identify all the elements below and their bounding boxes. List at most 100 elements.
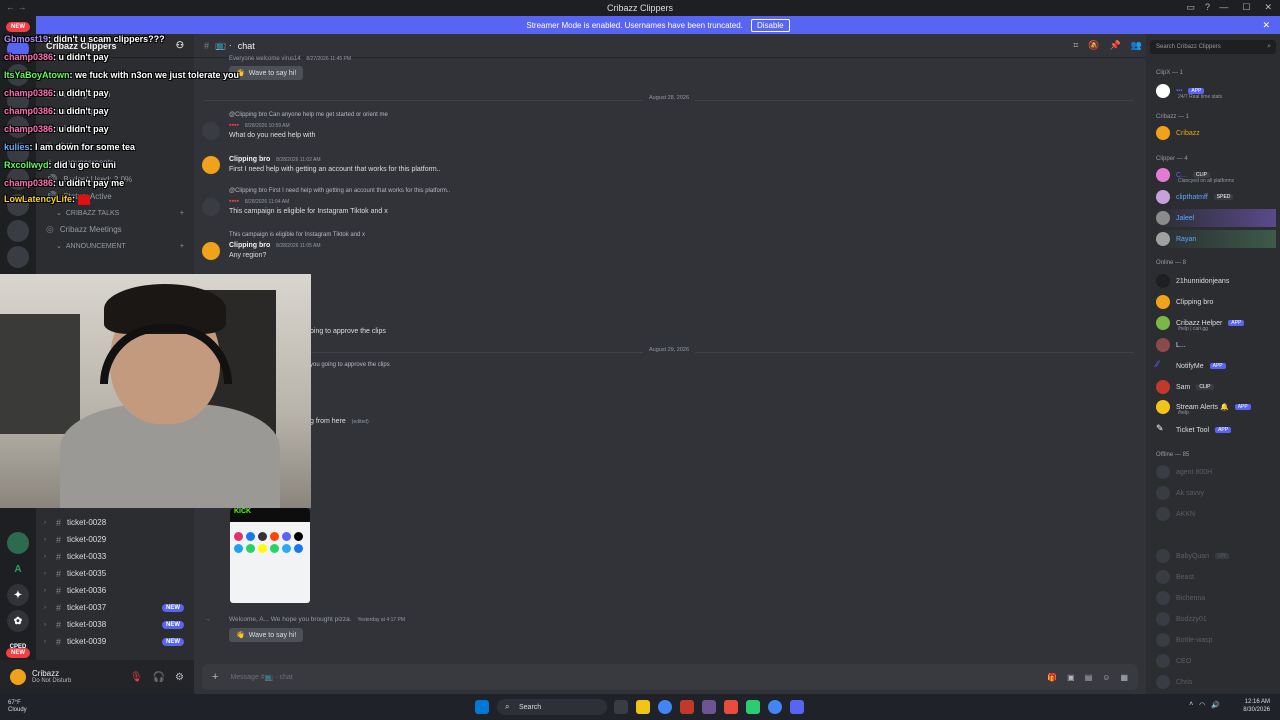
member-item[interactable]: ⁄⁄ NotifyMe APP [1156,357,1276,375]
server-icon[interactable] [7,220,29,242]
message-author[interactable]: ▪▪▪▪ 8/28/2026 10:59 AM [229,122,290,129]
app-icon[interactable] [680,700,694,714]
member-item[interactable]: Clipping bro [1156,293,1276,311]
member-item[interactable]: C... CLIP Clancyed on all platforms [1156,166,1276,184]
apps-icon[interactable]: ▦ [1120,673,1128,682]
channel-cribazz-meetings[interactable]: ◎ Cribazz Meetings [36,221,194,238]
member-item[interactable]: ▪▪▪ APP 24/7 Real time stats [1156,82,1276,100]
avatar [1156,654,1170,668]
member-item[interactable]: 21hunnidonjeans [1156,272,1276,290]
message-author[interactable]: Clipping bro 8/28/2026 11:02 AM [229,156,321,163]
github-icon[interactable] [702,700,716,714]
taskbar-clock[interactable]: 12:16 AM 8/30/2026 [1243,699,1270,715]
inbox-icon[interactable]: ▭ [1186,2,1195,13]
volume-icon[interactable]: 🔊 [1211,701,1220,709]
member-item[interactable]: Cribazz [1156,124,1276,142]
avatar[interactable] [202,122,220,140]
wave-button[interactable]: 👋 Wave to say hi! [229,66,304,80]
avatar [1156,338,1170,352]
member-item[interactable]: Bichenna [1156,589,1276,607]
close-banner-icon[interactable]: ✕ [1262,20,1270,31]
member-item[interactable]: ✎ Ticket Tool APP [1156,421,1276,439]
member-item[interactable]: Sam CLIP [1156,378,1276,396]
message: This campaign is eligible for Instagram … [194,230,1134,266]
member-item[interactable]: clipthatmff SPED [1156,188,1276,206]
member-item[interactable]: Ak savvy [1156,484,1276,502]
minimize-icon[interactable]: — [1219,2,1228,13]
task-view-icon[interactable] [614,700,628,714]
member-item[interactable]: CEO [1156,652,1276,670]
member-item[interactable]: Stream Alerts 🔔 APP/help [1156,398,1276,416]
ticket-channel[interactable]: › # ticket-0035 [36,565,194,582]
attach-plus-icon[interactable]: + [212,671,218,683]
member-item[interactable]: Chris [1156,673,1276,691]
gif-icon[interactable]: ▣ [1067,673,1075,682]
server-icon-a[interactable]: A [7,558,29,580]
threads-icon[interactable]: ⌗ [1073,40,1078,51]
ticket-channel[interactable]: › # ticket-0028 [36,514,194,531]
discord-icon[interactable] [790,700,804,714]
emoji-icon[interactable]: ☺ [1102,673,1110,682]
chrome-icon[interactable] [768,700,782,714]
member-item[interactable]: agent 800H [1156,463,1276,481]
deafen-icon[interactable]: 🎧 [153,672,165,683]
member-item[interactable]: Beast [1156,568,1276,586]
windows-start-icon[interactable] [475,700,489,714]
taskbar-search[interactable]: ⌕ Search [497,699,607,715]
wifi-icon[interactable]: ◠ [1199,701,1205,709]
message-input[interactable]: + Message #📺 · chat 🎁 ▣ ▤ ☺ ▦ [202,664,1138,690]
avatar[interactable] [202,198,220,216]
message-author[interactable]: Clipping bro 8/28/2026 11:05 AM [229,242,321,249]
add-channel-icon[interactable]: + [180,243,184,250]
gift-icon[interactable]: 🎁 [1047,673,1057,682]
app-icon[interactable] [724,700,738,714]
member-item[interactable]: BabyQuan ON [1156,547,1276,565]
mute-icon[interactable]: 🎙 [130,672,143,683]
server-icon[interactable] [7,532,29,554]
server-icon[interactable] [7,246,29,268]
ticket-channel[interactable]: › # ticket-0033 [36,548,194,565]
window-controls: — ☐ ✕ [1219,2,1272,13]
ticket-channel[interactable]: › # ticket-0036 [36,582,194,599]
wave-button[interactable]: 👋 Wave to say hi! [229,628,304,642]
member-item[interactable]: Cribazz Helper APP/help | cari.gg [1156,314,1276,332]
app-icon[interactable] [746,700,760,714]
share-icon [258,544,267,553]
file-explorer-icon[interactable] [636,700,650,714]
close-window-icon[interactable]: ✕ [1264,2,1272,13]
weather-widget[interactable]: 67°F Cloudy [8,700,27,714]
server-icon[interactable]: ✦ [7,584,29,606]
server-icon[interactable]: ✿ [7,610,29,632]
ticket-channel[interactable]: › # ticket-0029 [36,531,194,548]
reply-preview[interactable]: @Clipping bro Can anyone help me get sta… [229,112,388,118]
tray-chevron-icon[interactable]: ˄ [1189,701,1193,709]
message-author[interactable]: ▪▪▪▪ 8/28/2026 11:04 AM [229,198,289,205]
avatar[interactable] [202,156,220,174]
pin-icon[interactable]: 📌 [1110,40,1121,51]
member-list-icon[interactable]: 👥 [1131,40,1142,51]
maximize-icon[interactable]: ☐ [1242,2,1250,13]
help-icon[interactable]: ? [1205,2,1210,13]
ticket-channel[interactable]: › # ticket-0037 NEW [36,599,194,616]
notification-bell-icon[interactable]: 🔕 [1088,40,1099,51]
reply-preview[interactable]: This campaign is eligible for Instagram … [229,232,365,238]
sticker-icon[interactable]: ▤ [1085,673,1093,682]
image-attachment[interactable]: KICK [230,508,310,603]
ticket-channel[interactable]: › # ticket-0039 NEW [36,633,194,650]
avatar[interactable] [10,669,26,685]
reply-preview[interactable]: @Clipping bro First I need help with get… [229,188,450,194]
member-item[interactable]: L... [1156,336,1276,354]
disable-streamer-mode-button[interactable]: Disable [750,18,790,32]
avatar[interactable] [202,242,220,260]
settings-gear-icon[interactable]: ⚙ [175,672,184,683]
ticket-channel[interactable]: › # ticket-0038 NEW [36,616,194,633]
chrome-icon[interactable] [658,700,672,714]
search-input[interactable]: Search Cribazz Clippers ⌕ [1150,40,1276,54]
nav-arrows[interactable]: ← → [6,2,27,12]
member-item[interactable]: Bodzzy01 [1156,610,1276,628]
category-announcement[interactable]: ⌄ ANNOUNCEMENT + [36,238,194,254]
member-item[interactable]: AKKN [1156,505,1276,523]
member-item[interactable]: Bottle-wasp [1156,631,1276,649]
member-item[interactable]: Rayan [1156,230,1276,248]
member-item[interactable]: Jaleel [1156,209,1276,227]
